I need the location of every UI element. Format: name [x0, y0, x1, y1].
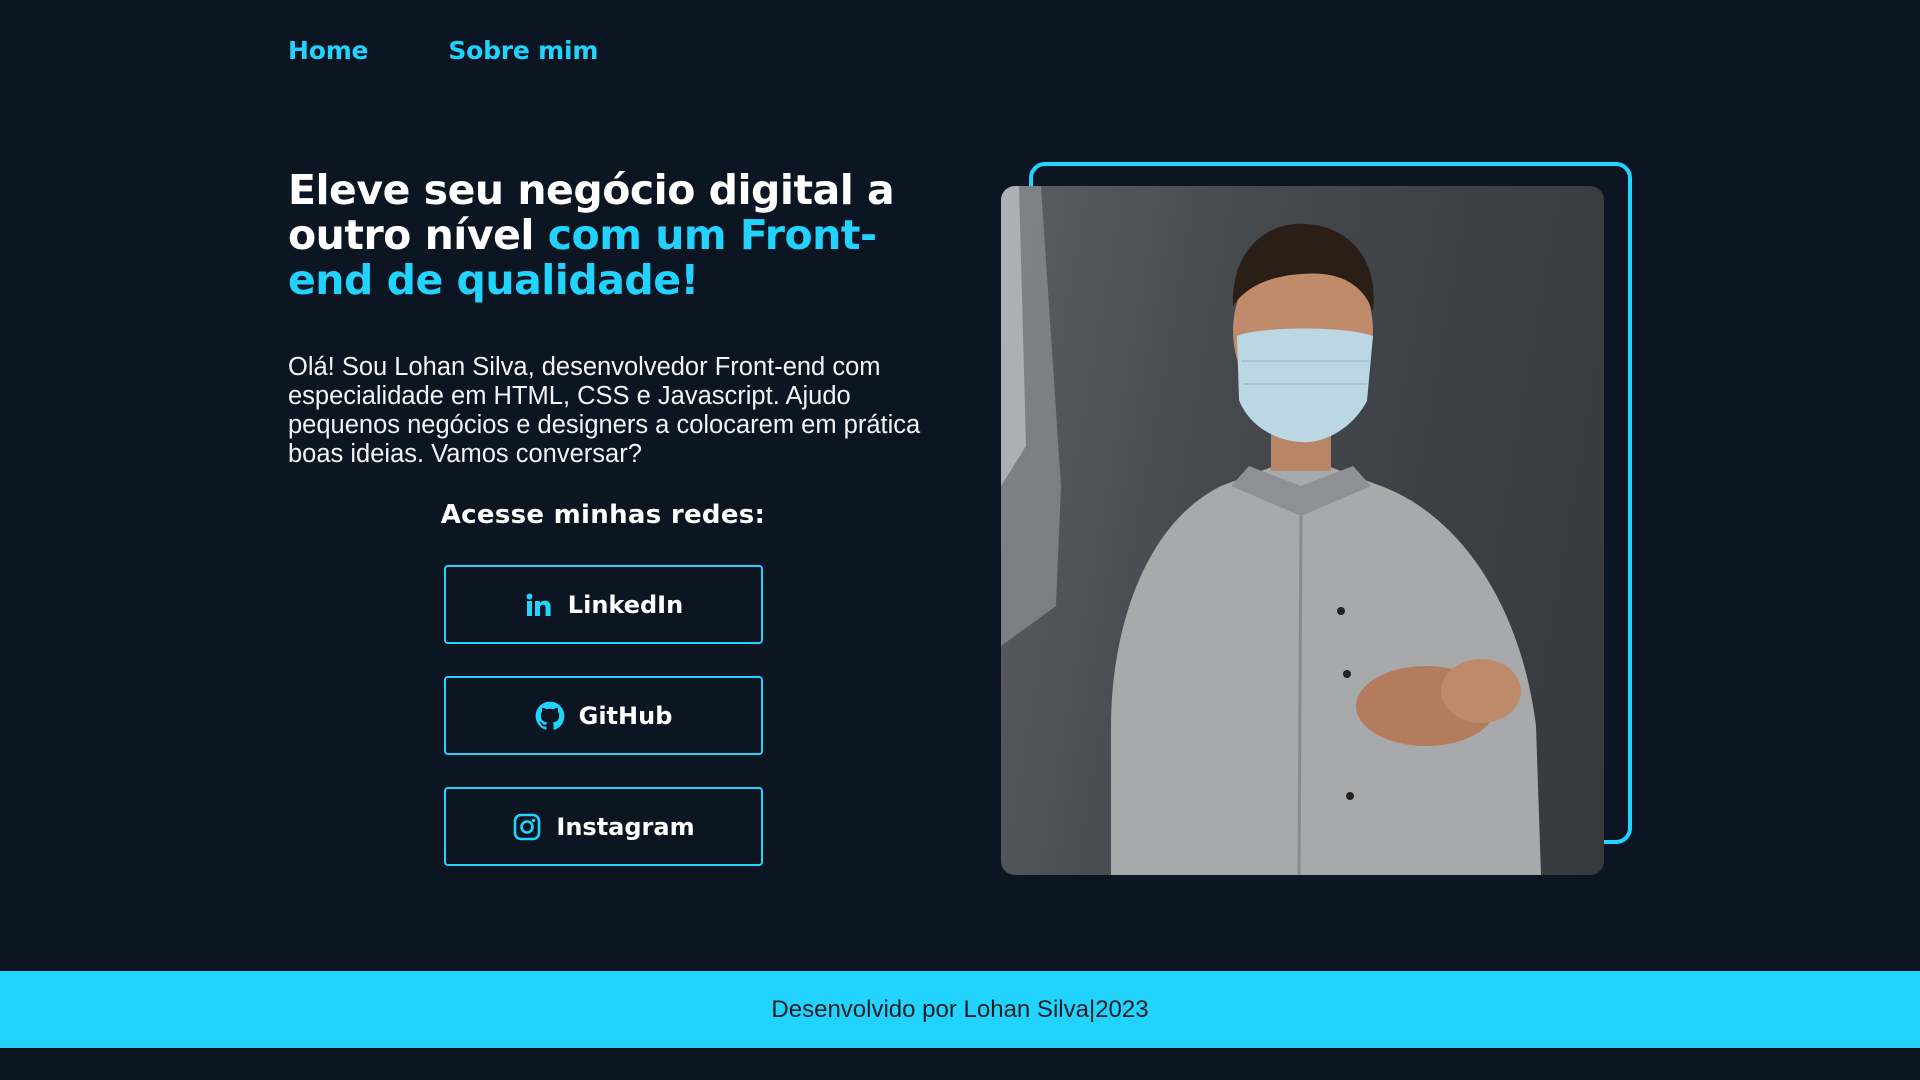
footer-text: Desenvolvido por Lohan Silva|2023: [771, 995, 1149, 1023]
networks-title: Acesse minhas redes:: [440, 500, 766, 530]
hero-headline: Eleve seu negócio digital a outro nível …: [288, 168, 948, 303]
profile-photo: [1001, 186, 1604, 875]
instagram-label: Instagram: [556, 812, 695, 841]
linkedin-label: LinkedIn: [567, 590, 684, 619]
hero-intro: Olá! Sou Lohan Silva, desenvolvedor Fron…: [288, 353, 921, 468]
instagram-icon: [512, 812, 542, 842]
networks-section: Acesse minhas redes:: [288, 500, 918, 530]
hero-section: Eleve seu negócio digital a outro nível …: [288, 168, 948, 866]
linkedin-icon: [524, 590, 554, 620]
github-button[interactable]: GitHub: [444, 676, 763, 755]
nav-about-link[interactable]: Sobre mim: [448, 36, 598, 65]
linkedin-button[interactable]: LinkedIn: [444, 565, 763, 644]
top-nav: Home Sobre mim: [288, 36, 598, 65]
nav-home-link[interactable]: Home: [288, 36, 369, 65]
github-label: GitHub: [578, 701, 673, 730]
github-icon: [535, 701, 565, 731]
instagram-button[interactable]: Instagram: [444, 787, 763, 866]
footer: Desenvolvido por Lohan Silva|2023: [0, 971, 1920, 1048]
